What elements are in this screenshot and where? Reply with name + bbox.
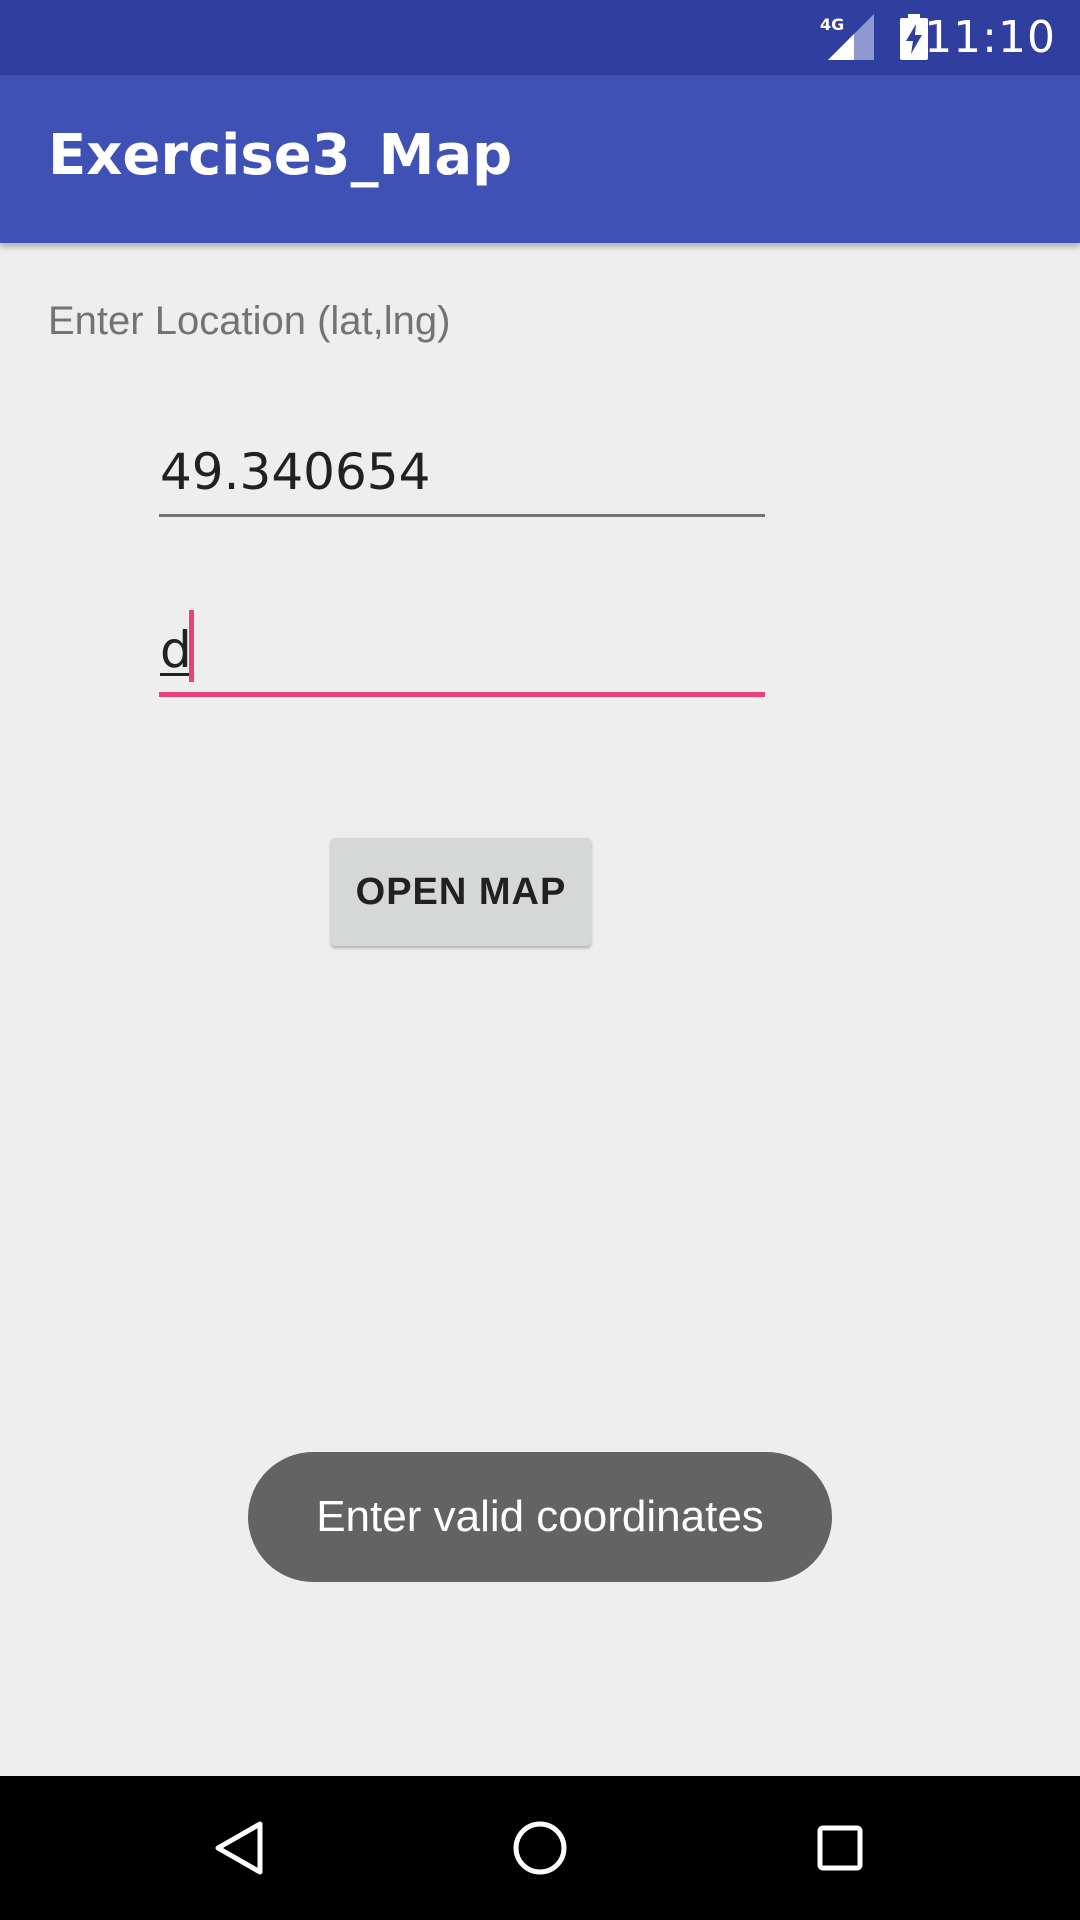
back-triangle-icon: [215, 1821, 263, 1875]
recents-square-icon: [817, 1825, 863, 1871]
location-label: Enter Location (lat,lng): [48, 299, 451, 343]
status-bar: 4G 11:10: [0, 0, 1080, 75]
home-button[interactable]: [490, 1798, 590, 1898]
recents-button[interactable]: [790, 1798, 890, 1898]
text-cursor: [189, 610, 194, 682]
app-title: Exercise3_Map: [48, 123, 513, 188]
navigation-bar: [0, 1776, 1080, 1920]
back-button[interactable]: [190, 1798, 290, 1898]
toast-message: Enter valid coordinates: [248, 1452, 832, 1582]
signal-4g-icon: 4G: [820, 14, 874, 60]
longitude-input[interactable]: d: [159, 610, 765, 697]
open-map-button[interactable]: OPEN MAP: [331, 838, 591, 946]
latitude-input[interactable]: 49.340654: [159, 436, 765, 517]
longitude-value: d: [160, 621, 192, 679]
app-bar: Exercise3_Map: [0, 75, 1080, 243]
status-time: 11:10: [924, 12, 1056, 63]
latitude-value: 49.340654: [160, 443, 431, 501]
network-label: 4G: [820, 15, 844, 34]
home-circle-icon: [513, 1821, 567, 1875]
